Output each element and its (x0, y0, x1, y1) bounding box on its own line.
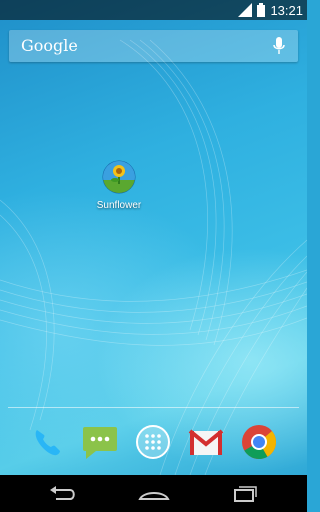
dock (0, 416, 307, 472)
app-label: Sunflower (96, 200, 142, 211)
wallpaper-waves (0, 39, 307, 475)
dock-divider (8, 407, 299, 408)
microphone-icon[interactable] (272, 36, 286, 56)
gmail-icon[interactable] (186, 422, 226, 462)
home-icon[interactable] (132, 481, 176, 507)
wallpaper (0, 0, 307, 475)
messaging-icon[interactable] (80, 422, 120, 462)
recent-apps-icon[interactable] (222, 481, 266, 507)
chrome-icon[interactable] (239, 422, 279, 462)
search-label: Google (21, 36, 78, 55)
search-bar[interactable]: Google (9, 30, 298, 62)
app-shortcut-sunflower[interactable]: Sunflower (92, 160, 146, 211)
battery-icon (257, 3, 266, 17)
phone-icon[interactable] (27, 422, 67, 462)
sunflower-app-icon (102, 160, 136, 194)
signal-icon (238, 3, 253, 17)
status-bar: 13:21 (0, 0, 307, 20)
navigation-bar (0, 475, 307, 512)
status-time: 13:21 (270, 2, 303, 18)
back-icon[interactable] (42, 481, 86, 507)
app-drawer-icon[interactable] (133, 422, 173, 462)
